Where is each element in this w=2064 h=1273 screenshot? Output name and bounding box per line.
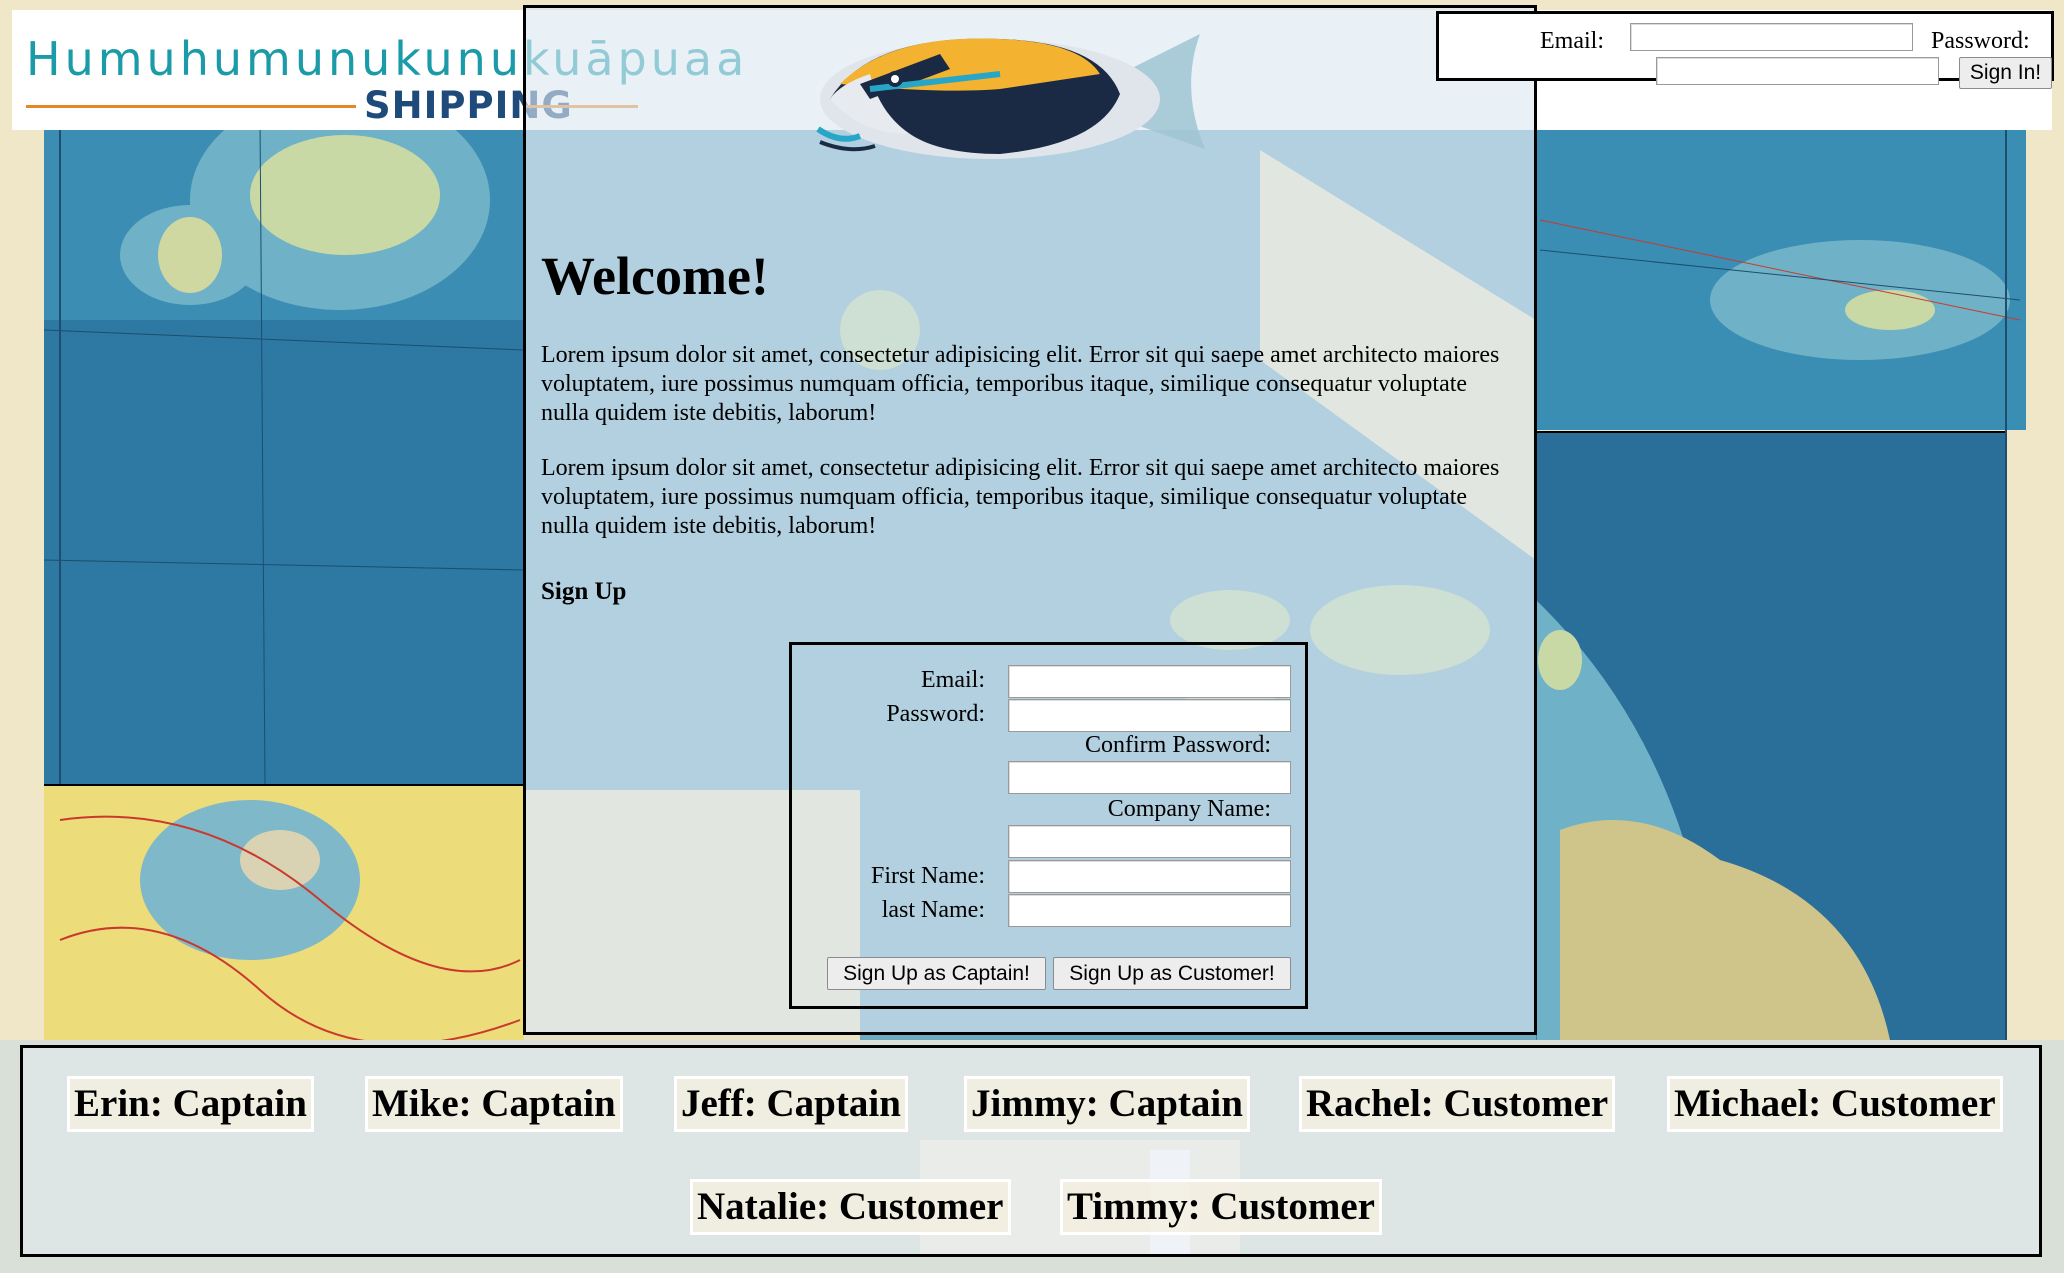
signin-form: Email: Password: Sign In! xyxy=(1436,11,2054,89)
confirm-password-label: Confirm Password: xyxy=(1085,732,1271,758)
company-name-label: Company Name: xyxy=(1107,796,1271,822)
signup-customer-button[interactable]: Sign Up as Customer! xyxy=(1053,957,1291,990)
user-tag: Michael: Customer xyxy=(1667,1076,2003,1132)
user-tag: Timmy: Customer xyxy=(1060,1179,1382,1235)
signin-password-input[interactable] xyxy=(1656,57,1939,85)
user-tag: Natalie: Customer xyxy=(690,1179,1011,1235)
user-tag: Erin: Captain xyxy=(67,1076,314,1132)
users-list: Erin: Captain Mike: Captain Jeff: Captai… xyxy=(20,1045,2042,1257)
confirm-password-input[interactable] xyxy=(1008,761,1291,794)
humuhumu-fish-icon xyxy=(816,34,1205,159)
first-name-input[interactable] xyxy=(1008,860,1291,893)
intro-paragraph-2: Lorem ipsum dolor sit amet, consectetur … xyxy=(541,455,1500,539)
user-tag: Mike: Captain xyxy=(365,1076,623,1132)
user-tag: Rachel: Customer xyxy=(1299,1076,1616,1132)
signup-captain-button[interactable]: Sign Up as Captain! xyxy=(827,957,1046,990)
signin-email-input[interactable] xyxy=(1630,23,1913,51)
intro-paragraph-1: Lorem ipsum dolor sit amet, consectetur … xyxy=(541,342,1500,426)
signup-email-label: Email: xyxy=(921,667,985,693)
last-name-label: last Name: xyxy=(881,897,985,923)
logo-rule-left xyxy=(26,105,356,108)
first-name-label: First Name: xyxy=(871,863,985,889)
signup-password-label: Password: xyxy=(886,701,985,727)
user-tag: Jimmy: Captain xyxy=(964,1076,1250,1132)
signup-password-input[interactable] xyxy=(1008,699,1291,732)
signin-password-label: Password: xyxy=(1931,28,2030,54)
last-name-input[interactable] xyxy=(1008,894,1291,927)
signup-heading: Sign Up xyxy=(541,578,627,605)
page-title: Welcome! xyxy=(541,246,769,306)
user-tag: Jeff: Captain xyxy=(674,1076,908,1132)
signup-email-input[interactable] xyxy=(1008,665,1291,698)
company-name-input[interactable] xyxy=(1008,825,1291,858)
sign-in-button[interactable]: Sign In! xyxy=(1959,57,2052,89)
signup-form: Email: Password: Confirm Password: Compa… xyxy=(789,642,1308,1009)
signin-email-label: Email: xyxy=(1540,28,1604,54)
